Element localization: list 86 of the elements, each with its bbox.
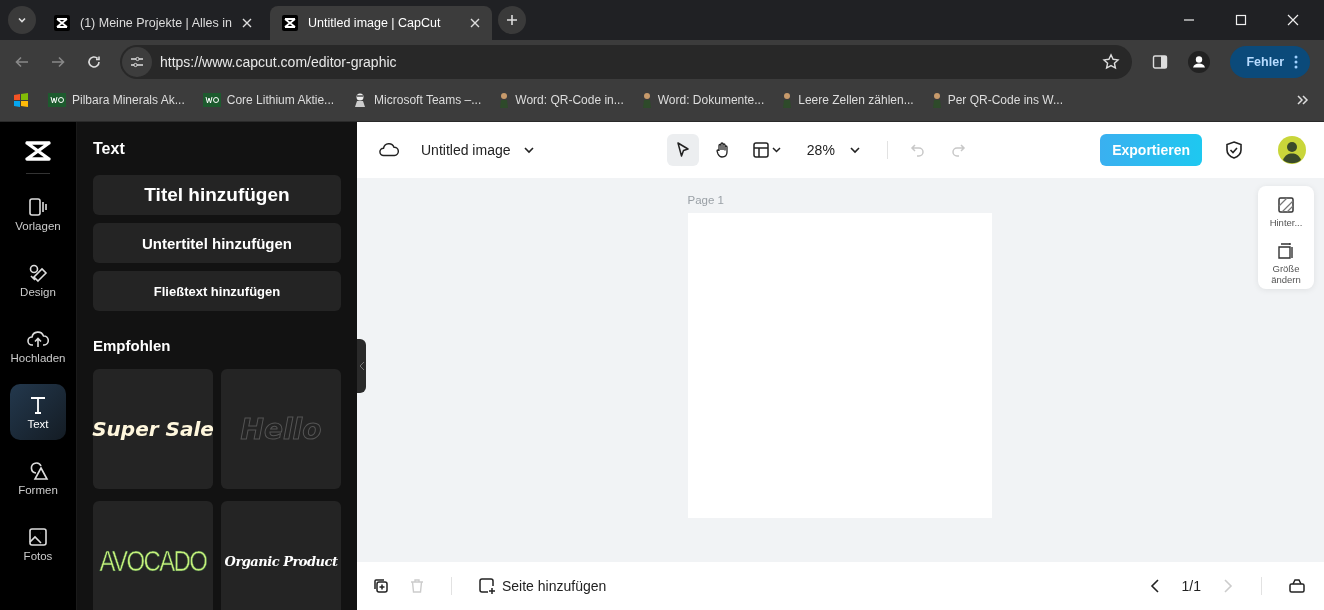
capcut-logo-icon [282,15,298,31]
bookmark-label: Microsoft Teams –... [374,93,482,107]
wo-badge-icon [202,93,221,107]
sidebar-item[interactable]: Design [10,252,66,308]
duplicate-page-icon[interactable] [373,578,389,594]
address-bar[interactable]: https://www.capcut.com/editor-graphic [120,45,1133,79]
sidebar-item[interactable]: Text [10,384,66,440]
capcut-logo-icon [54,15,70,31]
plus-icon [506,14,518,26]
wo-badge-icon [48,93,66,107]
browser-tab[interactable]: Untitled image | CapCut [270,6,492,40]
section-heading: Empfohlen [93,337,172,354]
hatched-square-icon [1277,196,1295,214]
bookmark[interactable]: Per QR-Code ins W... [931,92,1064,108]
site-settings-icon [122,47,152,77]
text-preset-card[interactable]: AVOCADO [93,501,213,610]
sidebar-item[interactable]: Hochladen [10,318,66,374]
tab-title: (1) Meine Projekte | Alles in [80,16,232,30]
add-body-text-button[interactable]: Fließtext hinzufügen [93,271,341,311]
apps-icon[interactable] [12,91,30,109]
more-icon [1294,55,1298,69]
page-counter: 1/1 [1181,578,1201,594]
bookmark-label: Per QR-Code ins W... [947,93,1064,107]
tab-search-button[interactable] [8,6,36,34]
bookmark[interactable]: Microsoft Teams –... [352,92,482,108]
bookmark-label: Leere Zellen zählen... [798,93,914,107]
person-icon [782,92,793,108]
tab-title: Untitled image | CapCut [308,16,442,30]
bookmark[interactable]: Core Lithium Aktie... [202,93,335,107]
bookmark-label: Pilbara Minerals Ak... [72,93,185,107]
layout-icon [751,141,782,159]
bookmark-label: Word: Dokumente... [657,93,765,107]
text-preset-card[interactable]: Super Sale [93,369,213,489]
document-title-button[interactable]: Untitled image [415,141,541,159]
cloud-upload-icon [27,328,49,350]
forward-icon[interactable] [50,54,66,70]
add-page-button[interactable]: Seite hinzufügen [478,577,607,595]
bookmark-label: Word: QR-Code in... [515,93,624,107]
bookmark[interactable]: Word: Dokumente... [641,92,765,108]
maximize-icon[interactable] [1235,14,1247,26]
resize-icon [1277,242,1295,261]
page-label: Page 1 [687,194,725,206]
collapse-handle[interactable] [357,339,366,393]
image-icon [27,526,49,548]
panel-title: Text [93,140,126,158]
url-text: https://www.capcut.com/editor-graphic [160,54,397,70]
resize-button[interactable]: Größe ändern [1261,242,1311,286]
bookmark[interactable]: Pilbara Minerals Ak... [48,93,185,107]
sidebar-item[interactable]: Fotos [10,516,66,572]
text-preset-card[interactable]: Organic Product [221,501,341,610]
person-icon [931,92,942,108]
brush-icon [27,262,49,284]
phone-frame-icon [27,196,49,218]
close-icon[interactable] [1287,14,1299,26]
more-bookmarks-icon[interactable] [1296,93,1310,107]
background-button[interactable]: Hinter... [1261,196,1311,229]
sidebar-item[interactable]: Formen [10,450,66,506]
star-icon[interactable] [1102,53,1121,71]
add-title-button[interactable]: Titel hinzufügen [93,175,341,215]
profile-icon[interactable] [1188,51,1211,73]
bookmark[interactable]: Word: QR-Code in... [499,92,624,108]
add-page-icon [478,577,496,595]
zoom-dropdown[interactable]: 28% [800,141,867,159]
new-tab-button[interactable] [498,6,526,34]
back-icon[interactable] [14,54,30,70]
bookmark[interactable]: Leere Zellen zählen... [782,92,914,108]
bookmark-label: Core Lithium Aktie... [226,93,335,107]
sidebar-item[interactable]: Vorlagen [10,186,66,242]
reload-icon[interactable] [86,54,102,70]
close-icon[interactable] [470,18,480,28]
undo-icon [908,141,927,159]
close-icon[interactable] [242,18,252,28]
select-tool-button[interactable] [666,134,699,166]
chevron-down-icon [848,144,861,156]
side-panel-icon[interactable] [1152,54,1169,70]
add-subtitle-button[interactable]: Untertitel hinzufügen [93,223,341,263]
chevron-left-icon [358,361,365,371]
tray-icon[interactable] [1288,578,1306,594]
avatar-icon[interactable] [1278,136,1306,164]
error-button[interactable]: Fehler [1230,46,1310,78]
person-icon [499,92,510,108]
capcut-logo-icon [24,139,52,163]
chevron-down-icon [522,144,535,156]
shield-check-icon[interactable] [1224,140,1244,160]
person-icon [641,92,652,108]
browser-tab[interactable]: (1) Meine Projekte | Alles in [42,6,264,40]
